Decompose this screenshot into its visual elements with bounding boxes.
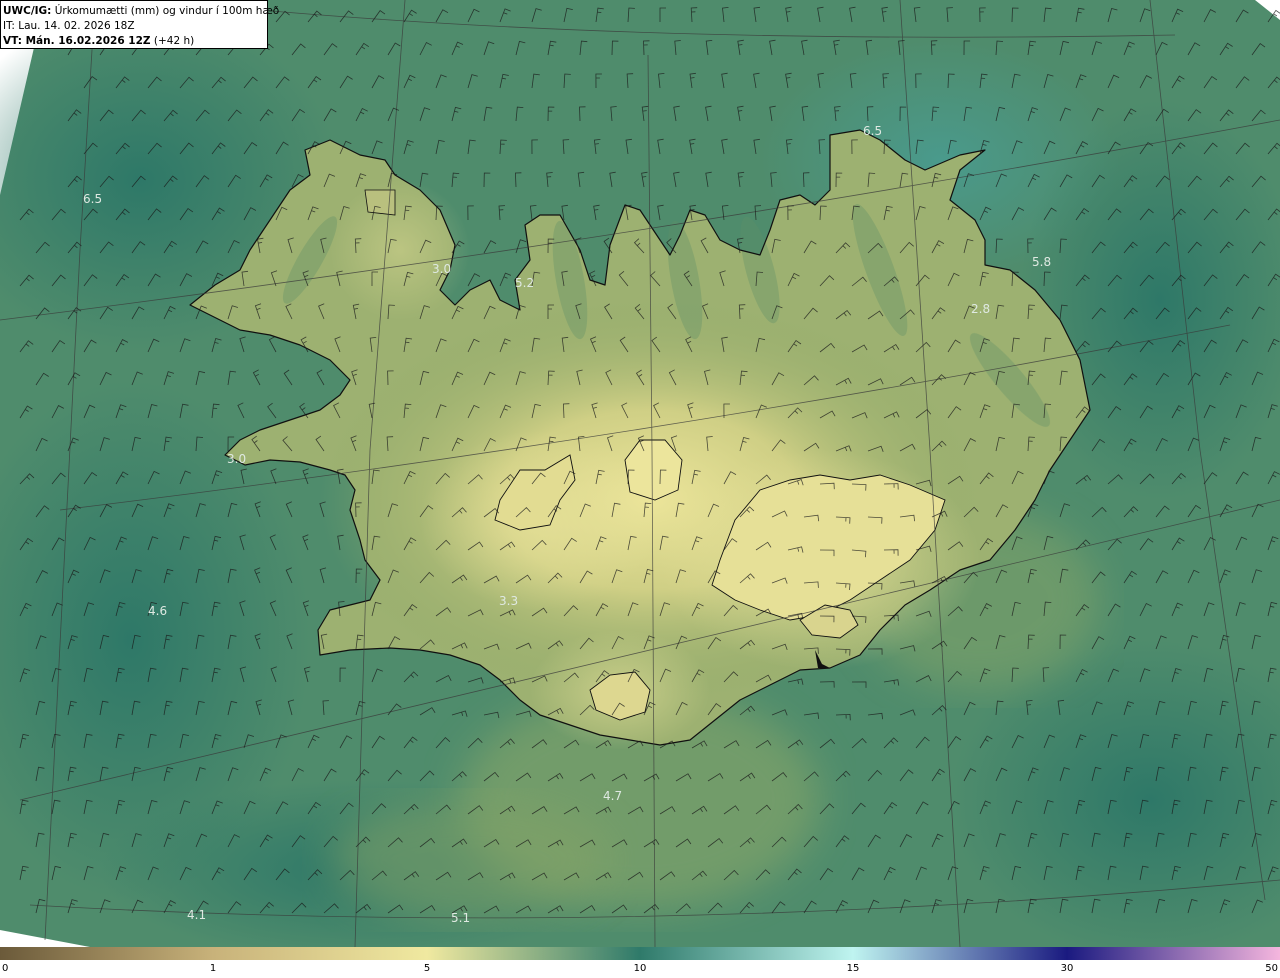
value-label: 4.6 (148, 604, 167, 618)
colorbar-tick: 10 (633, 963, 647, 974)
colorbar-segment (853, 947, 1067, 960)
value-label: 3.0 (227, 452, 246, 466)
forecast-header: UWC/IG: Úrkomumætti (mm) og vindur í 100… (0, 0, 279, 49)
value-label: 2.8 (971, 302, 990, 316)
value-label: 3.0 (432, 262, 451, 276)
colorbar-tick: 1 (209, 963, 217, 974)
colorbar-segment (0, 947, 213, 960)
header-title-line: UWC/IG: Úrkomumætti (mm) og vindur í 100… (3, 4, 279, 19)
colorbar-tick: 5 (423, 963, 431, 974)
value-label: 3.3 (499, 594, 518, 608)
product-title: Úrkomumætti (mm) og vindur í 100m hæð (51, 5, 280, 17)
value-label: 4.7 (603, 789, 622, 803)
colorbar-tick: 30 (1060, 963, 1074, 974)
value-label: 6.5 (863, 124, 882, 138)
map-stage: 6.5 6.5 5.8 5.2 3.0 2.8 3.0 4.6 3.3 4.7 … (0, 0, 1280, 978)
colorbar-tick: 50 (1265, 963, 1278, 974)
init-time: IT: Lau. 14. 02. 2026 18Z (3, 20, 135, 32)
product-code: UWC/IG: (3, 5, 52, 17)
value-label: 5.1 (451, 911, 470, 925)
valid-time-line: VT: Mán. 16.02.2026 12Z (+42 h) (3, 34, 264, 49)
colorbar-tick: 15 (846, 963, 860, 974)
value-label: 4.1 (187, 908, 206, 922)
colorbar-segment (1067, 947, 1280, 960)
lead-time: (+42 h) (150, 35, 195, 47)
colorbar-segment (427, 947, 640, 960)
value-label: 5.8 (1032, 255, 1051, 269)
colorbar-segment (640, 947, 853, 960)
colorbar-segment (213, 947, 427, 960)
valid-time: VT: Mán. 16.02.2026 12Z (3, 35, 151, 47)
precip-colorbar (0, 947, 1280, 960)
forecast-map: 6.5 6.5 5.8 5.2 3.0 2.8 3.0 4.6 3.3 4.7 … (0, 0, 1280, 947)
value-label: 5.2 (515, 276, 534, 290)
value-label: 6.5 (83, 192, 102, 206)
colorbar-tick: 0 (2, 963, 9, 974)
